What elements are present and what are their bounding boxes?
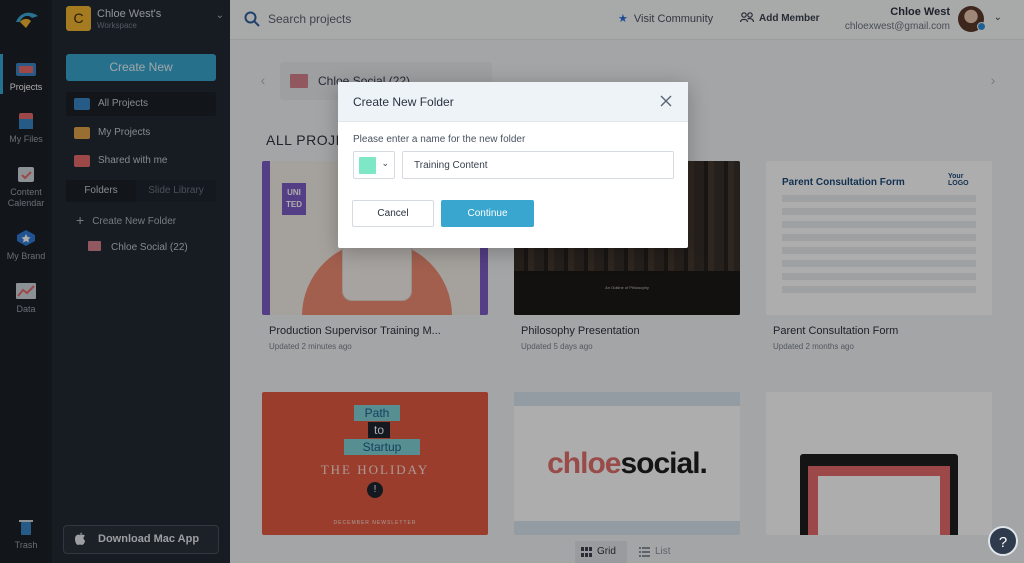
dialog-prompt: Please enter a name for the new folder bbox=[353, 134, 526, 145]
cancel-button[interactable]: Cancel bbox=[352, 200, 434, 227]
dialog-title: Create New Folder bbox=[353, 95, 454, 109]
folder-color-picker[interactable]: ⌄ bbox=[353, 151, 395, 179]
color-swatch bbox=[359, 157, 376, 174]
chevron-down-icon: ⌄ bbox=[381, 158, 389, 168]
help-button[interactable]: ? bbox=[988, 526, 1018, 556]
continue-button[interactable]: Continue bbox=[441, 200, 534, 227]
dialog-header: Create New Folder bbox=[338, 82, 688, 122]
create-folder-dialog: Create New Folder Please enter a name fo… bbox=[338, 82, 688, 248]
close-icon[interactable] bbox=[660, 95, 672, 107]
folder-name-input[interactable] bbox=[402, 151, 674, 179]
